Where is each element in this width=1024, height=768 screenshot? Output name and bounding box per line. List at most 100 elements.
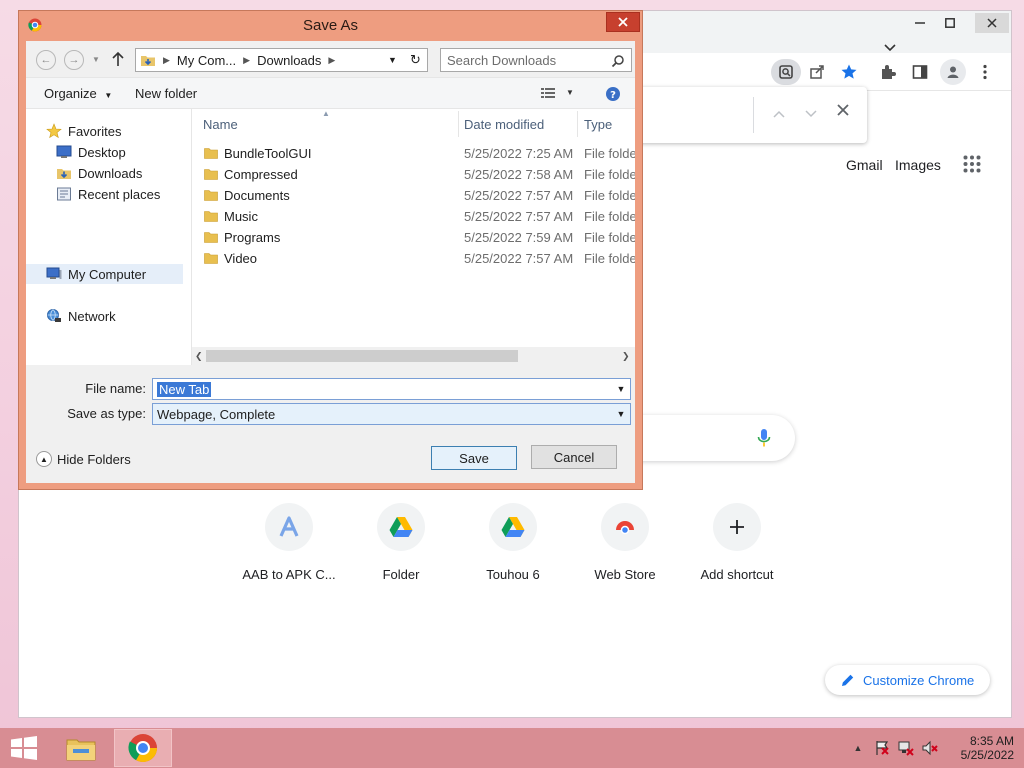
network-status-icon[interactable] [898,740,914,756]
new-folder-button[interactable]: New folder [135,86,197,101]
navigation-pane: Favorites Desktop Downloads Recent place… [26,109,192,365]
bookmark-star-icon[interactable] [836,59,862,85]
file-name-input[interactable]: New Tab ▼ [152,378,631,400]
downloads-icon [56,165,72,181]
view-options-icon[interactable] [541,87,557,102]
file-row[interactable]: Compressed 5/25/2022 7:58 AM File folder [192,164,635,185]
zoom-page-icon[interactable] [771,59,801,85]
address-dropdown-icon[interactable]: ▼ [381,48,405,72]
customize-chrome-button[interactable]: Customize Chrome [825,665,990,695]
find-next-icon[interactable] [805,107,817,121]
save-as-type-dropdown-icon[interactable]: ▼ [614,407,628,421]
breadcrumb-downloads[interactable]: Downloads [257,53,321,68]
start-windows-icon[interactable] [10,736,38,760]
breadcrumb-my-computer[interactable]: My Com... [177,53,236,68]
minimize-icon[interactable] [903,13,937,33]
view-dropdown-icon[interactable]: ▼ [566,88,574,97]
taskbar: ▲ 8:35 AM 5/25/2022 [0,728,1024,768]
save-button[interactable]: Save [431,446,517,470]
action-center-flag-icon[interactable] [874,740,890,756]
nav-downloads-label: Downloads [78,165,143,181]
system-clock[interactable]: 8:35 AM 5/25/2022 [942,734,1014,762]
nav-network[interactable]: Network [26,306,192,326]
folder-icon [204,211,218,222]
column-header-type[interactable]: Type [584,117,612,132]
file-explorer-taskbar-icon[interactable] [52,729,110,767]
up-arrow-icon[interactable] [112,51,124,70]
extensions-puzzle-icon[interactable] [875,59,901,85]
file-name: Compressed [224,167,298,182]
shortcut-web-store[interactable]: Web Store [569,503,681,582]
google-apps-grid-icon[interactable] [963,155,983,175]
back-arrow-icon[interactable]: ← [36,50,56,70]
nav-favorites[interactable]: Favorites [26,121,192,141]
dialog-body: ← → ▼ ▶ My Com... ▶ Downloads ▶ ▼ ↻ Sear… [26,41,635,483]
organize-menu[interactable]: Organize ▼ [44,86,112,101]
pencil-icon [842,674,854,686]
file-row[interactable]: BundleToolGUI 5/25/2022 7:25 AM File fol… [192,143,635,164]
computer-icon [46,266,62,282]
cancel-button[interactable]: Cancel [531,445,617,469]
chrome-web-store-icon [601,503,649,551]
chrome-close-icon[interactable] [975,13,1009,33]
chrome-menu-icon[interactable] [972,59,998,85]
share-icon[interactable] [804,59,830,85]
chrome-taskbar-icon[interactable] [114,729,172,767]
file-name-dropdown-icon[interactable]: ▼ [614,382,628,396]
profile-avatar-icon[interactable] [940,59,966,85]
file-row[interactable]: Programs 5/25/2022 7:59 AM File folder [192,227,635,248]
voice-search-mic-icon[interactable] [757,428,771,451]
shortcut-label: Web Store [594,567,656,582]
file-date: 5/25/2022 7:25 AM [464,146,574,161]
gmail-link[interactable]: Gmail [846,157,883,173]
file-type: File folder [584,230,635,245]
file-type: File folder [584,188,635,203]
column-divider[interactable] [577,111,578,137]
nav-recent-places[interactable]: Recent places [26,184,192,204]
file-name-value: New Tab [157,381,212,397]
find-close-icon[interactable] [837,104,849,119]
file-row[interactable]: Documents 5/25/2022 7:57 AM File folder [192,185,635,206]
column-divider[interactable] [458,111,459,137]
images-link[interactable]: Images [895,157,941,173]
volume-muted-icon[interactable] [922,740,938,756]
breadcrumb-separator: ▶ [243,54,251,65]
recent-locations-chevron-icon[interactable]: ▼ [92,55,100,64]
save-as-type-value: Webpage, Complete [157,406,276,422]
shortcut-touhou-6[interactable]: Touhou 6 [457,503,569,582]
find-previous-icon[interactable] [773,107,785,121]
search-downloads-input[interactable]: Search Downloads [440,48,632,72]
horizontal-scrollbar[interactable]: ❮ ❯ [192,347,635,365]
nav-my-computer[interactable]: My Computer [26,264,183,284]
scroll-left-icon[interactable]: ❮ [195,351,203,362]
clock-date: 5/25/2022 [960,748,1014,762]
google-drive-icon [489,503,537,551]
breadcrumb-separator: ▶ [163,54,170,65]
nav-downloads[interactable]: Downloads [26,163,192,183]
file-row[interactable]: Video 5/25/2022 7:57 AM File folder [192,248,635,269]
scroll-right-icon[interactable]: ❯ [622,351,630,362]
column-header-name[interactable]: Name [203,117,238,132]
save-as-type-select[interactable]: Webpage, Complete ▼ [152,403,631,425]
shortcut-label: Folder [382,567,420,582]
forward-arrow-icon[interactable]: → [64,50,84,70]
shortcut-folder[interactable]: Folder [345,503,457,582]
file-date: 5/25/2022 7:57 AM [464,209,574,224]
file-row[interactable]: Music 5/25/2022 7:57 AM File folder [192,206,635,227]
hide-folders-button[interactable]: ▲ Hide Folders [36,451,131,467]
shortcut-aab-to-apk[interactable]: AAB to APK C... [233,503,345,582]
column-header-date-modified[interactable]: Date modified [464,117,544,132]
maximize-icon[interactable] [933,13,967,33]
dialog-titlebar[interactable]: Save As [19,11,642,41]
show-hidden-icons-chevron-icon[interactable]: ▲ [850,740,866,756]
address-bar[interactable]: ▶ My Com... ▶ Downloads ▶ [135,48,383,72]
help-icon[interactable]: ? [605,86,621,105]
customize-chrome-label: Customize Chrome [863,672,975,688]
side-panel-icon[interactable] [907,59,933,85]
scrollbar-thumb[interactable] [206,350,518,362]
refresh-icon[interactable]: ↻ [404,48,428,72]
file-date: 5/25/2022 7:59 AM [464,230,574,245]
add-shortcut-button[interactable]: Add shortcut [681,503,793,582]
nav-desktop[interactable]: Desktop [26,142,192,162]
dialog-close-button[interactable] [606,12,640,32]
